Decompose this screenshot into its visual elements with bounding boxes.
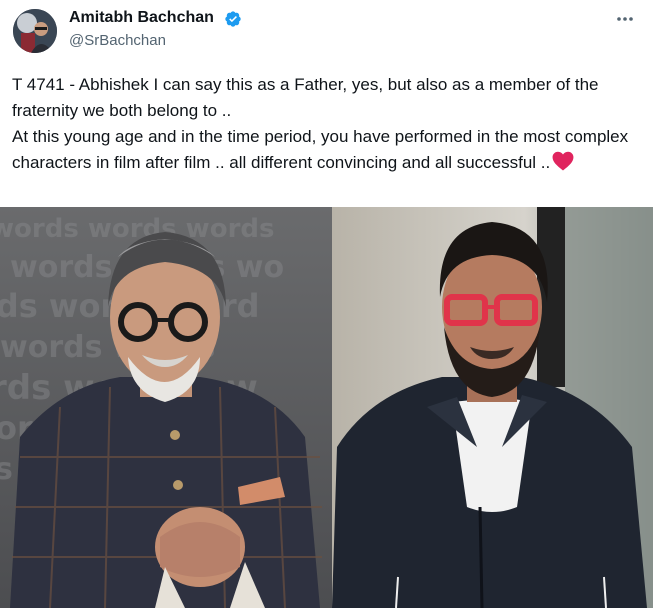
author-display-name[interactable]: Amitabh Bachchan [69, 9, 214, 27]
author-handle[interactable]: @SrBachchan [69, 32, 166, 49]
media-photo-left[interactable]: words words words words words wo rds wor… [0, 207, 332, 608]
tweet-body: T 4741 - Abhishek I can say this as a Fa… [12, 75, 629, 172]
more-options-button[interactable] [614, 8, 636, 30]
red-heart-icon [552, 151, 574, 171]
photo-man-red-glasses [332, 207, 653, 608]
avatar[interactable] [13, 9, 57, 53]
user-avatar-icon [13, 9, 57, 53]
tweet-text: T 4741 - Abhishek I can say this as a Fa… [12, 72, 642, 176]
svg-text:words words words: words words words [0, 214, 274, 244]
media-photo-right[interactable] [332, 207, 653, 608]
more-options-icon [617, 17, 633, 21]
verified-badge-icon [225, 11, 241, 27]
tweet-header: Amitabh Bachchan @SrBachchan [0, 0, 653, 60]
photo-older-man: words words words words words wo rds wor… [0, 207, 332, 608]
